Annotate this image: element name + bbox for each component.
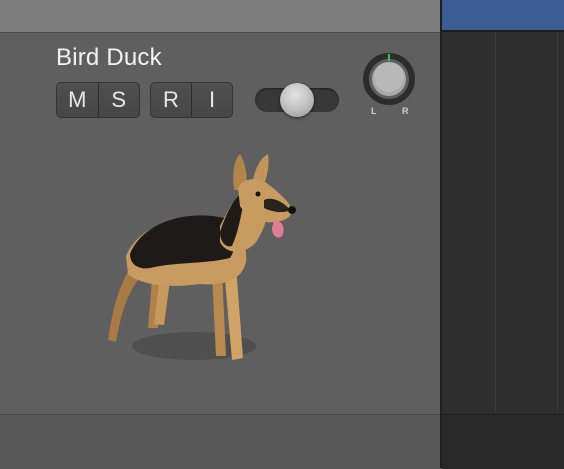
grid-line <box>495 32 496 412</box>
volume-slider-thumb[interactable] <box>280 83 314 117</box>
record-input-group: R I <box>150 82 233 118</box>
pan-knob[interactable]: L R <box>360 50 418 118</box>
german-shepherd-icon[interactable] <box>96 150 306 380</box>
track-top-bar <box>0 0 440 33</box>
record-enable-button[interactable]: R <box>151 83 191 117</box>
grid-line <box>557 32 558 412</box>
pan-left-label: L <box>371 106 377 116</box>
mute-button[interactable]: M <box>57 83 98 117</box>
track-name[interactable]: Bird Duck <box>56 44 162 72</box>
pan-knob-highlight <box>374 62 404 92</box>
next-track-header[interactable] <box>0 414 440 469</box>
audio-region[interactable] <box>442 0 564 32</box>
next-track-lane[interactable] <box>442 414 564 469</box>
volume-slider[interactable] <box>255 83 339 117</box>
mute-solo-group: M S <box>56 82 140 118</box>
input-monitor-button[interactable]: I <box>191 83 232 117</box>
pan-right-label: R <box>402 106 409 116</box>
track-lane[interactable] <box>442 32 564 469</box>
solo-button[interactable]: S <box>97 83 140 117</box>
